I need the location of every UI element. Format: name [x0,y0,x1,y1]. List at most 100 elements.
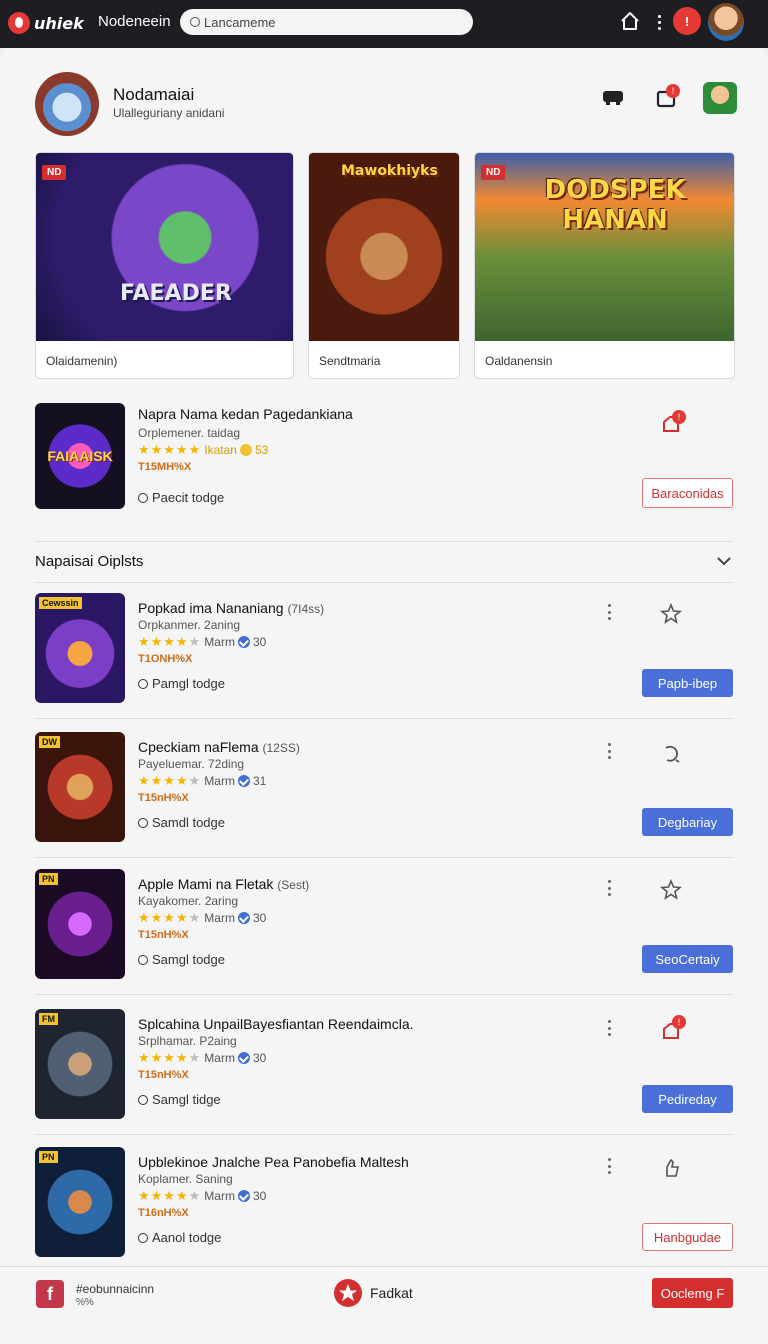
app-action-button[interactable]: Degbariay [642,808,733,836]
app-pod: Aanol todge [138,1230,221,1245]
app-subtitle: Payeluemar. 72ding [138,757,245,771]
friends-avatar[interactable] [703,82,737,114]
app-price: T1ONH%X [138,653,193,665]
star-outline-icon[interactable] [658,877,684,903]
app-pod: Samgl todge [138,952,225,967]
featured-card[interactable]: ND DODSPEK HANAN Oaldanensin [474,152,735,379]
app-rating: ★★★★★ Marm 30 [138,910,267,925]
notification-button[interactable]: ! [673,7,701,35]
app-title[interactable]: Cpeckiam naFlema (12SS) [138,739,300,755]
pod-label: Samgl todge [152,952,225,967]
circle-icon [138,1232,148,1243]
featured-art-title: FAEADER [120,281,232,306]
star-badge-icon[interactable] [334,1279,362,1307]
footer-button[interactable]: Ooclemg F [652,1278,733,1308]
app-pod: Pamgl todge [138,676,225,691]
app-title-text: Popkad ima Nananiang [138,600,284,616]
app-title-note: (7I4ss) [287,602,325,616]
app-title[interactable]: Upblekinoe Jnalche Pea Panobefia Maltesh [138,1154,409,1170]
footer-label[interactable]: Fadkat [370,1285,413,1301]
pod-label: Samgl tidge [152,1092,221,1107]
more-options-icon[interactable] [605,1020,613,1036]
app-title-text: Apple Mami na Fletak [138,876,274,892]
divider [35,857,733,858]
app-icon[interactable]: FM [35,1009,125,1119]
more-options-icon[interactable] [605,743,613,759]
app-rating: ★★★★★ Marm 30 [138,634,267,649]
verified-icon [237,912,250,924]
more-options-icon[interactable] [605,880,613,896]
app-icon[interactable]: FAIAAISK [35,403,125,509]
app-action-button[interactable]: Pedireday [642,1085,733,1113]
pod-label: Samdl todge [152,815,225,830]
circle-icon [138,817,148,828]
profile-name: Nodamaiai [113,85,195,104]
app-icon[interactable]: DW [35,732,125,842]
app-price: T15nH%X [138,1069,189,1081]
search-input[interactable] [204,14,454,30]
app-icon-label: Cewssin [39,597,82,609]
app-title-text: Upblekinoe Jnalche Pea Panobefia Maltesh [138,1154,409,1170]
thumb-icon[interactable] [658,1155,684,1181]
featured-caption: Olaidamenin) [46,354,118,368]
rating-count: 30 [252,635,267,649]
app-rating: ★★★★★ Marm 30 [138,1188,266,1203]
inbox-badge: ! [666,84,680,98]
featured-caption: Sendtmaria [319,354,381,368]
app-title-note: (Sest) [277,878,310,892]
more-menu-icon[interactable] [654,12,664,32]
search-bar[interactable] [180,9,473,35]
divider [35,718,733,719]
app-action-button[interactable]: SeoCertaiy [642,945,733,973]
profile-avatar[interactable] [35,72,99,136]
more-options-icon[interactable] [605,604,613,620]
user-avatar[interactable] [708,3,744,41]
featured-card[interactable]: Mawokhiyks Sendtmaria [308,152,460,379]
hero-app-button[interactable]: Baraconidas [642,478,733,508]
app-icon[interactable]: Cewssin [35,593,125,703]
logo-icon [8,12,30,34]
refresh-icon[interactable] [658,740,684,766]
footer-subtitle: %% [76,1297,94,1308]
app-title[interactable]: Napra Nama kedan Pagedankiana [138,406,353,422]
wishlist-button[interactable]: ! [658,410,686,436]
home-icon[interactable] [619,10,641,32]
app-icon-label: FAIAAISK [47,448,113,464]
featured-art-title: DODSPEK HANAN [544,175,686,235]
rating-stars: ★★★★★ [138,773,202,788]
app-title[interactable]: Splcahina UnpailBayesfiantan Reendaimcla… [138,1016,414,1032]
footer-app-icon[interactable]: f [36,1280,64,1308]
rating-stars: ★★★★★ [138,1050,202,1065]
app-title-note: (12SS) [262,741,300,755]
featured-card[interactable]: ND FAEADER Olaidamenin) [35,152,294,379]
app-price: T15nH%X [138,792,189,804]
more-options-icon[interactable] [605,1158,613,1174]
app-price: T15MH%X [138,461,192,473]
rating-label: Marm [204,1051,235,1065]
app-action-button[interactable]: Hanbgudae [642,1223,733,1251]
app-icon[interactable]: PN [35,869,125,979]
circle-icon [138,954,148,965]
app-icon-label: FM [39,1013,58,1025]
wishlist-badge: ! [672,410,686,424]
gamepad-icon[interactable] [600,84,626,110]
star-outline-icon[interactable] [658,601,684,627]
rating-count: 53 [254,443,269,457]
pod-label: Paecit todge [152,490,225,505]
rating-count: 30 [252,911,267,925]
app-logo[interactable]: uhiek [8,9,84,37]
app-icon[interactable]: PN [35,1147,125,1257]
profile-subtitle: Ulalleguriany anidani [113,106,225,120]
app-title-text: Cpeckiam naFlema [138,739,259,755]
app-title[interactable]: Apple Mami na Fletak (Sest) [138,876,309,892]
footer-title: #eobunnaicinn [76,1282,155,1296]
app-subtitle: Orplemener. taidag [138,426,241,440]
app-pod: Samgl tidge [138,1092,221,1107]
notification-count: ! [684,13,690,29]
inbox-button[interactable]: ! [654,84,680,110]
app-title[interactable]: Popkad ima Nananiang (7I4ss) [138,600,324,616]
nav-link[interactable]: Nodeneein [98,13,171,30]
chevron-down-icon[interactable] [716,553,732,569]
app-action-button[interactable]: Papb-ibep [642,669,733,697]
app-pod: Paecit todge [138,490,224,505]
